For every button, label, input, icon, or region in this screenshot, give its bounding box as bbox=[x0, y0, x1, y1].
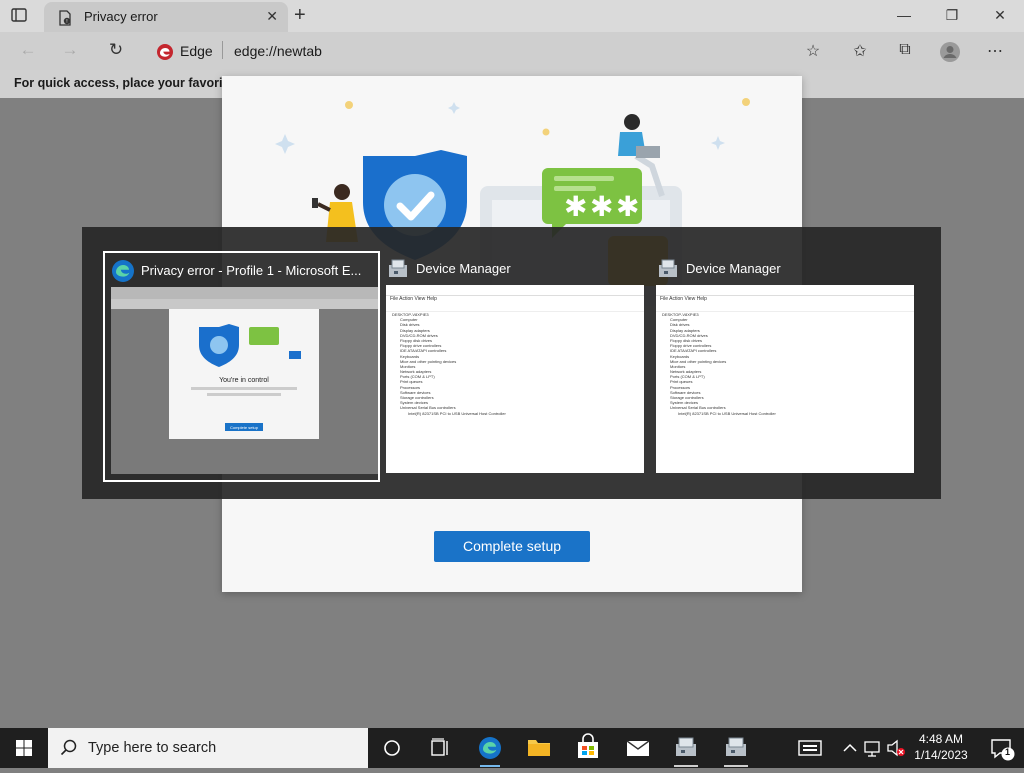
device-manager-icon bbox=[656, 257, 680, 286]
windows-logo-icon bbox=[16, 740, 32, 756]
task-switcher: Privacy error - Profile 1 - Microsoft E.… bbox=[82, 227, 941, 499]
close-window-button[interactable]: ✕ bbox=[976, 0, 1024, 32]
start-button[interactable] bbox=[0, 728, 48, 768]
device-manager-taskbar-icon-2[interactable] bbox=[712, 728, 760, 768]
keyboard-tray-icon[interactable] bbox=[786, 728, 834, 768]
browser-titlebar: ! Privacy error ✕ + — ❐ ✕ bbox=[0, 0, 1024, 32]
search-placeholder: Type here to search bbox=[88, 740, 217, 756]
device-manager-taskbar-icon[interactable] bbox=[662, 728, 710, 768]
edge-preview-button: Complete setup bbox=[230, 425, 259, 430]
profile-avatar[interactable] bbox=[939, 41, 961, 63]
taskbar: Type here to search 4:48 AM 1/14/2023 1 bbox=[0, 728, 1024, 768]
edge-app-icon bbox=[111, 259, 135, 288]
tab-close-icon[interactable]: ✕ bbox=[266, 8, 278, 25]
favorites-hint: For quick access, place your favorites h bbox=[14, 76, 252, 90]
mail-icon[interactable] bbox=[614, 728, 662, 768]
search-icon bbox=[60, 739, 77, 756]
notifications-button[interactable]: 1 bbox=[980, 728, 1024, 768]
system-clock[interactable]: 4:48 AM 1/14/2023 bbox=[906, 731, 976, 763]
edge-window-preview: You're in control Complete setup bbox=[111, 287, 378, 474]
warning-page-icon: ! bbox=[58, 10, 72, 31]
notification-count: 1 bbox=[1005, 747, 1011, 757]
clock-date: 1/14/2023 bbox=[914, 748, 968, 762]
dm-tree-1: DESKTOP-V8XPIE3 Computer Disk drives Displa… bbox=[386, 312, 644, 416]
minimize-button[interactable]: — bbox=[880, 0, 928, 32]
favorites-icon[interactable]: ✩ bbox=[849, 41, 871, 63]
device-manager-icon bbox=[386, 257, 410, 286]
tab-privacy-error[interactable]: ! Privacy error ✕ bbox=[44, 2, 288, 32]
chevron-up-icon[interactable] bbox=[838, 728, 862, 768]
clock-time: 4:48 AM bbox=[918, 732, 964, 746]
network-icon[interactable] bbox=[860, 728, 884, 768]
dm-menu: File Action View Help bbox=[660, 296, 707, 302]
svg-text:!: ! bbox=[66, 19, 67, 25]
switcher-item-header: Privacy error - Profile 1 - Microsoft E.… bbox=[111, 259, 371, 283]
switcher-item-header: Device Manager bbox=[386, 257, 646, 281]
dm-tree-item: Intel(R) 82371SB PCI to USB Universal Ho… bbox=[408, 410, 506, 416]
action-center-icon bbox=[991, 739, 1015, 761]
file-explorer-icon[interactable] bbox=[515, 728, 563, 768]
task-view-icon[interactable] bbox=[416, 728, 464, 768]
switcher-item-header: Device Manager bbox=[656, 257, 916, 281]
switcher-item-title: Device Manager bbox=[686, 261, 781, 276]
dm-menu: File Action View Help bbox=[390, 296, 437, 302]
toolbar-icons: ☆ ✩ ⧉ ⋯ bbox=[0, 32, 1024, 70]
add-favorite-icon[interactable]: ☆ bbox=[802, 41, 824, 63]
cortana-icon[interactable] bbox=[368, 728, 416, 768]
volume-muted-icon[interactable] bbox=[884, 728, 908, 768]
switcher-item-title: Privacy error - Profile 1 - Microsoft E.… bbox=[141, 263, 362, 278]
svg-text:✱: ✱ bbox=[590, 191, 613, 222]
restore-button[interactable]: ❐ bbox=[928, 0, 976, 32]
more-menu-icon[interactable]: ⋯ bbox=[984, 41, 1006, 63]
dm-tree-item: Intel(R) 82371SB PCI to USB Universal Ho… bbox=[678, 410, 776, 416]
window-controls: — ❐ ✕ bbox=[880, 0, 1024, 32]
edge-taskbar-icon[interactable] bbox=[466, 728, 514, 768]
switcher-item-device-manager-1[interactable]: Device Manager File Action View Help DES… bbox=[380, 251, 648, 478]
dm-tree-2: DESKTOP-V8XPIE3 Computer Disk drives Displa… bbox=[656, 312, 914, 416]
device-manager-preview: File Action View Help DESKTOP-V8XPIE3 Com… bbox=[386, 285, 644, 473]
taskbar-search[interactable]: Type here to search bbox=[48, 728, 368, 768]
edge-preview-heading: You're in control bbox=[219, 377, 269, 384]
svg-text:✱: ✱ bbox=[564, 191, 587, 222]
complete-setup-button[interactable]: Complete setup bbox=[434, 531, 590, 562]
tab-title: Privacy error bbox=[84, 9, 158, 24]
switcher-item-edge[interactable]: Privacy error - Profile 1 - Microsoft E.… bbox=[103, 251, 380, 482]
store-icon[interactable] bbox=[564, 728, 612, 768]
svg-text:✱: ✱ bbox=[616, 191, 639, 222]
switcher-item-title: Device Manager bbox=[416, 261, 511, 276]
switcher-item-device-manager-2[interactable]: Device Manager File Action View Help DES… bbox=[650, 251, 918, 478]
new-tab-button[interactable]: + bbox=[294, 4, 306, 27]
tab-actions-icon[interactable] bbox=[10, 6, 28, 29]
address-toolbar: ← → ↻ Edge edge://newtab ☆ ✩ ⧉ ⋯ bbox=[0, 32, 1024, 70]
collections-icon[interactable]: ⧉ bbox=[894, 41, 916, 63]
device-manager-preview: File Action View Help DESKTOP-V8XPIE3 Com… bbox=[656, 285, 914, 473]
